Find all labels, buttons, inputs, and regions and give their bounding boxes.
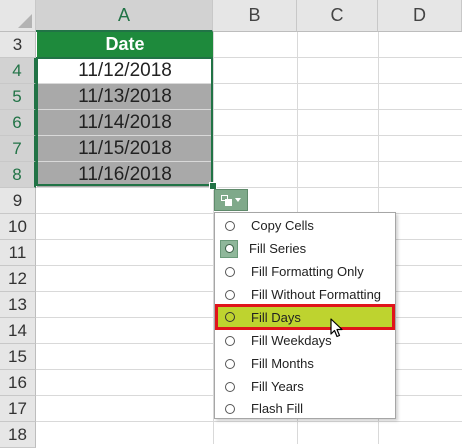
radio-icon <box>225 335 235 346</box>
row-header-6[interactable]: 6 <box>0 110 36 136</box>
menu-item-fill-months[interactable]: Fill Months <box>216 352 394 375</box>
select-all-corner[interactable] <box>0 0 36 32</box>
autofill-options-menu: Copy Cells Fill Series Fill Formatting O… <box>214 212 396 419</box>
mouse-pointer-icon <box>330 318 343 338</box>
autofill-options-icon <box>221 194 232 206</box>
caret-down-icon <box>235 198 241 202</box>
menu-item-label: Fill Without Formatting <box>251 287 382 302</box>
row-header-14[interactable]: 14 <box>0 318 36 344</box>
menu-item-label: Fill Weekdays <box>251 333 332 348</box>
menu-item-label: Fill Series <box>249 241 307 256</box>
row-header-13[interactable]: 13 <box>0 292 36 318</box>
menu-item-label: Fill Months <box>251 356 314 371</box>
row-header-17[interactable]: 17 <box>0 396 36 422</box>
menu-item-fill-years[interactable]: Fill Years <box>216 375 394 398</box>
menu-item-fill-without-formatting[interactable]: Fill Without Formatting <box>216 283 394 306</box>
menu-item-fill-weekdays[interactable]: Fill Weekdays <box>216 329 394 352</box>
row-header-12[interactable]: 12 <box>0 266 36 292</box>
menu-item-fill-series[interactable]: Fill Series <box>216 237 394 260</box>
cell-a8[interactable]: 11/16/2018 <box>37 162 213 187</box>
cell-a6[interactable]: 11/14/2018 <box>37 110 213 135</box>
row-header-16[interactable]: 16 <box>0 370 36 396</box>
menu-item-fill-formatting-only[interactable]: Fill Formatting Only <box>216 260 394 283</box>
row-header-7[interactable]: 7 <box>0 136 36 162</box>
menu-item-label: Copy Cells <box>251 218 314 233</box>
autofill-options-button[interactable] <box>214 189 248 211</box>
menu-item-copy-cells[interactable]: Copy Cells <box>216 214 394 237</box>
row-header-3[interactable]: 3 <box>0 32 36 58</box>
column-header-b[interactable]: B <box>213 0 297 32</box>
row-header-18[interactable]: 18 <box>0 422 36 448</box>
row-header-9[interactable]: 9 <box>0 188 36 214</box>
row-header-10[interactable]: 10 <box>0 214 36 240</box>
cell-a5[interactable]: 11/13/2018 <box>37 84 213 109</box>
radio-selected-icon <box>220 239 238 258</box>
menu-item-label: Fill Years <box>251 379 304 394</box>
gridline <box>36 187 462 188</box>
menu-item-label: Flash Fill <box>251 401 304 416</box>
menu-item-label: Fill Days <box>251 309 301 325</box>
radio-icon <box>225 266 235 277</box>
column-header-c[interactable]: C <box>297 0 378 32</box>
column-header-a[interactable]: A <box>36 0 213 32</box>
spreadsheet-grid: A B C D 3 4 5 6 7 8 9 10 11 12 13 14 15 … <box>0 0 462 448</box>
cell-a4[interactable]: 11/12/2018 <box>37 58 213 83</box>
radio-icon <box>225 220 235 231</box>
column-header-d[interactable]: D <box>378 0 462 32</box>
row-header-5[interactable]: 5 <box>0 84 36 110</box>
menu-item-flash-fill[interactable]: Flash Fill <box>216 397 394 420</box>
cell-a7[interactable]: 11/15/2018 <box>37 136 213 161</box>
row-header-11[interactable]: 11 <box>0 240 36 266</box>
cell-a3-date-header[interactable]: Date <box>37 32 213 57</box>
radio-icon <box>225 403 235 414</box>
select-all-triangle-icon <box>18 14 32 28</box>
gridline <box>36 421 462 422</box>
radio-icon <box>225 289 235 300</box>
row-header-8[interactable]: 8 <box>0 162 36 188</box>
row-header-4[interactable]: 4 <box>0 58 36 84</box>
radio-icon <box>225 381 235 392</box>
menu-item-fill-days[interactable]: Fill Days <box>215 304 395 330</box>
radio-icon <box>225 312 235 322</box>
menu-item-label: Fill Formatting Only <box>251 264 364 279</box>
radio-icon <box>225 358 235 369</box>
row-header-15[interactable]: 15 <box>0 344 36 370</box>
